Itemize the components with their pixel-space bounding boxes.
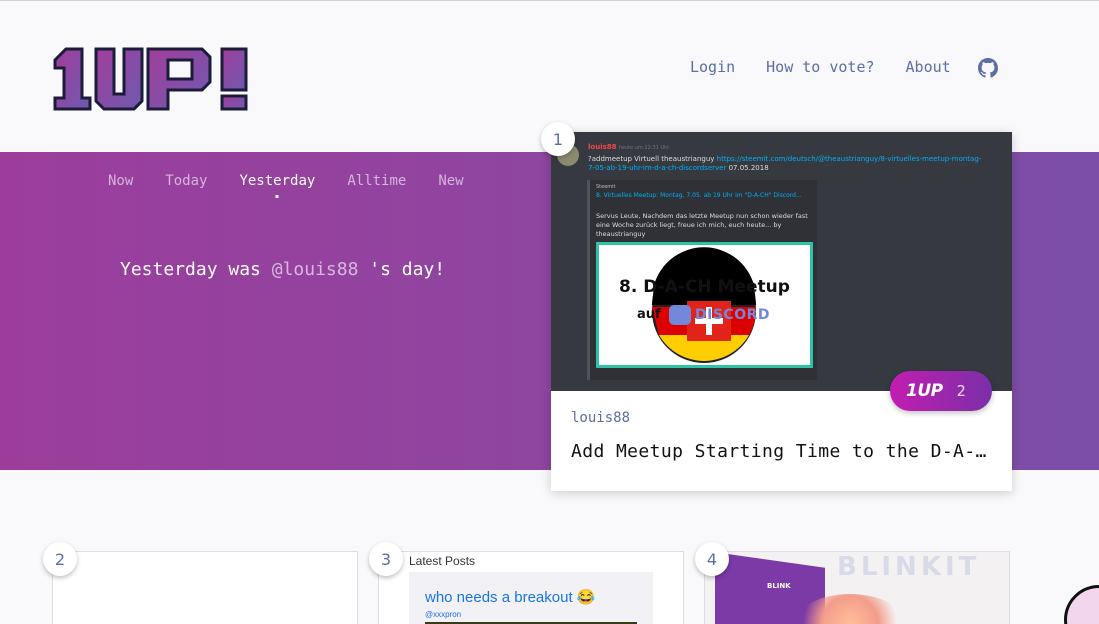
embedded-post-title: who needs a breakout 😂 [425,589,596,606]
top-nav: Login How to vote? About [690,58,982,76]
post-card-3[interactable]: Latest Posts who needs a breakout 😂 @xxx… [378,551,684,624]
mascot-icon [1064,585,1099,624]
how-to-vote-link[interactable]: How to vote? [766,58,874,76]
tab-new[interactable]: New [438,173,463,189]
github-icon[interactable] [978,58,998,78]
featured-post-title[interactable]: Add Meetup Starting Time to the D-A-CH M… [571,441,991,462]
post-card-2[interactable] [52,551,358,624]
day-message-user[interactable]: @louis88 [272,259,359,280]
upvote-badge[interactable]: 1UP 2 [890,371,992,411]
rank-badge-4: 4 [695,542,729,576]
discord-message: ?addmeetup Virtuell theaustrianguy [588,155,715,163]
embed-text: Servus Leute, Nachdem das letzte Meetup … [596,212,808,238]
rank-badge-3: 3 [369,542,403,576]
discord-logo-icon [669,305,691,325]
rank-badge-1: 1 [541,122,575,156]
about-link[interactable]: About [906,58,951,76]
featured-post-thumbnail: louis88 heute um 22:31 Uhr ?addmeetup Vi… [551,132,1012,391]
embed-title: 8. Virtuelles Meetup: Montag, 7.05. ab 1… [596,192,802,199]
blink-small-logo: BLINK [767,582,791,590]
logo-image [53,47,248,111]
logo[interactable] [52,46,252,112]
embedded-post-preview: who needs a breakout 😂 @xxxpron [409,572,653,624]
meetup-image-title: 8. D-A-CH Meetup [619,277,790,297]
meetup-image-auf: auf [637,307,661,322]
badge-count: 2 [956,382,966,400]
day-message-prefix: Yesterday was [120,259,261,280]
day-message: Yesterday was @louis88 's day! [120,259,445,280]
post-card-4[interactable]: BLINK BLINKIT [704,551,1010,624]
meetup-image-discord: DISCORD [695,307,770,323]
discord-timestamp: heute um 22:31 Uhr [618,145,670,151]
tab-today[interactable]: Today [165,173,207,189]
featured-post-card[interactable]: louis88 heute um 22:31 Uhr ?addmeetup Vi… [551,132,1012,491]
discord-username: louis88 [588,143,617,151]
blink-brand-text: BLINKIT [837,552,981,582]
embed-site: Steemit [596,184,616,190]
time-tabs: Now Today Yesterday Alltime New [108,173,496,189]
latest-posts-header: Latest Posts [409,554,476,568]
featured-post-author[interactable]: louis88 [571,410,630,426]
day-message-suffix: 's day! [358,259,446,280]
badge-label: 1UP [906,381,943,401]
rank-badge-2: 2 [43,542,77,576]
discord-date: 07.05.2018 [728,164,769,172]
meetup-image: 8. D-A-CH Meetup auf DISCORD [596,242,813,368]
tab-alltime[interactable]: Alltime [347,173,406,189]
embedded-post-author: @xxxpron [425,610,462,619]
tab-yesterday[interactable]: Yesterday [239,173,315,189]
tab-now[interactable]: Now [108,173,133,189]
login-link[interactable]: Login [690,58,735,76]
